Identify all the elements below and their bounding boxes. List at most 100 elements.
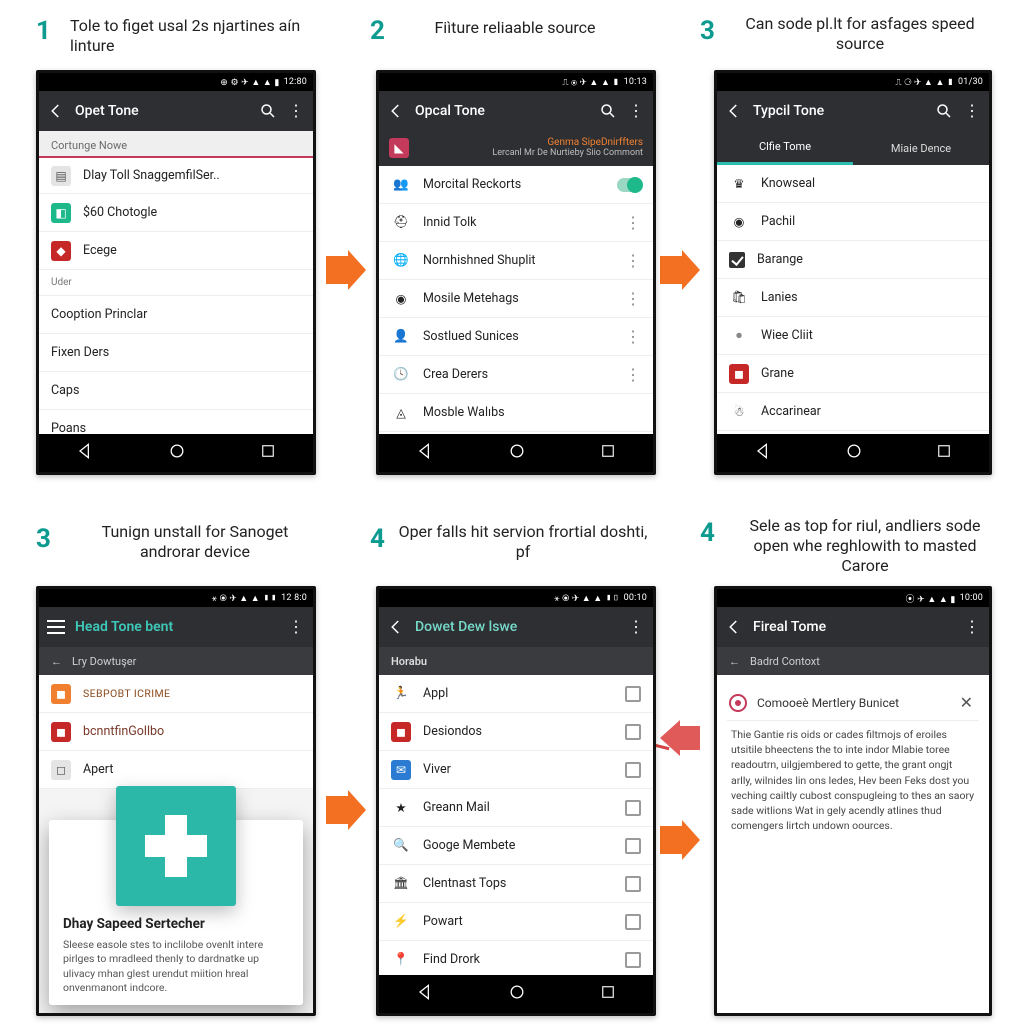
status-time: 00:10 [624,593,647,603]
overflow-icon[interactable]: ⋮ [287,618,305,636]
warning-dialog: Comooeè Mertlery Bunicet ✕ Thie Gantie r… [727,685,979,840]
list-item[interactable]: ◉Pachil [717,203,989,241]
list-item[interactable]: ◼bcnntfinGollbo [39,713,313,751]
nav-back-icon[interactable] [415,982,435,1006]
list-item[interactable]: ◧$60 Chotogle [39,194,313,232]
list-item[interactable]: 👥Morcital Reckorts [379,166,653,204]
overflow-icon[interactable]: ⋮ [963,618,981,636]
overflow-icon[interactable]: ⋮ [963,102,981,120]
list-item[interactable]: 🕓Crea Derers⋮ [379,356,653,394]
list-item[interactable]: ◉Mosile Metehags⋮ [379,280,653,318]
item-menu-icon[interactable]: ⋮ [617,291,641,307]
list-item[interactable]: ★Greann Mail [379,789,653,827]
promo-banner[interactable]: ◣ Genma SipeDnirffters Lercanl Mr De Nur… [379,131,653,166]
step-caption-5: Oper falls hit servion frortial doshti, … [398,522,648,562]
status-time: 12:80 [284,77,307,87]
list-item-label: bcnntfinGollbo [83,724,301,739]
list-item[interactable]: 🛍Lanies [717,279,989,317]
list-item[interactable]: Cooption Princlar [39,296,313,334]
close-icon[interactable]: ✕ [960,693,973,712]
overflow-icon[interactable]: ⋮ [627,618,645,636]
list-item[interactable]: ◼SEBPOBT ICRIME [39,675,313,713]
triangle-icon: ◬ [391,403,411,423]
list-item[interactable]: 🏃Appl [379,675,653,713]
item-menu-icon[interactable]: ⋮ [617,329,641,345]
calendar-icon: 🏛 [391,874,411,894]
list-item[interactable]: ◬Mosble Walıbs [379,394,653,432]
nav-back-icon[interactable] [753,441,773,465]
app-bar: Dowet Dew lswe ⋮ [379,607,653,647]
checkbox[interactable] [625,914,641,930]
status-bar: ⊕ ⚙ ✈ ▲ ▲ ▮ 12:80 [39,73,313,91]
search-icon[interactable] [935,102,953,120]
list-item[interactable]: 👤Sostlued Sunices⋮ [379,318,653,356]
list-item[interactable]: ♛Knowseal [717,165,989,203]
list-item[interactable]: ⚡Powart [379,903,653,941]
nav-recent-icon[interactable] [935,442,953,464]
item-menu-icon[interactable]: ⋮ [617,215,641,231]
nav-home-icon[interactable] [844,441,864,465]
checkbox[interactable] [625,724,641,740]
step-number-5: 4 [370,524,385,554]
tab-b[interactable]: Miaie Dence [853,131,989,165]
list-item[interactable]: 🔍Googe Membete [379,827,653,865]
search-icon[interactable] [259,102,277,120]
checkbox[interactable] [625,762,641,778]
nav-home-icon[interactable] [167,441,187,465]
checkbox-icon[interactable] [729,252,745,268]
list-item[interactable]: ◼ Grane [717,355,989,393]
back-icon[interactable] [387,618,405,636]
list-item[interactable]: 📍Find Drork [379,941,653,975]
list-item[interactable]: ☃Accarinear [717,393,989,431]
app-icon: ◼ [729,364,749,384]
nav-recent-icon[interactable] [599,983,617,1005]
nav-home-icon[interactable] [507,441,527,465]
list-item[interactable]: 🏛Clentnast Tops [379,865,653,903]
list-item[interactable]: Fixen Ders [39,334,313,372]
back-icon[interactable] [725,102,743,120]
hamburger-icon[interactable] [47,620,65,634]
list-item[interactable]: 🌐Nornhishned Shuplit⋮ [379,242,653,280]
checkbox[interactable] [625,838,641,854]
back-icon[interactable]: ← [51,655,62,668]
list-item[interactable]: ◆Ecege [39,232,313,270]
nav-recent-icon[interactable] [599,442,617,464]
checkbox[interactable] [625,800,641,816]
toggle-switch[interactable] [617,178,641,192]
list-item[interactable]: ●Wiee Cliit [717,317,989,355]
list-item[interactable]: Poans [39,410,313,434]
nav-home-icon[interactable] [507,982,527,1006]
list: 👥Morcital Reckorts ⛑Innid Tolk⋮ 🌐Nornhis… [379,166,653,434]
overflow-icon[interactable]: ⋮ [627,102,645,120]
item-menu-icon[interactable]: ⋮ [617,367,641,383]
status-icons: ⎍ ⚆ ✈ ▲ ▲ ▮ [895,77,954,88]
item-menu-icon[interactable]: ⋮ [617,253,641,269]
nav-back-icon[interactable] [415,441,435,465]
list-item-label: Morcital Reckorts [423,177,605,192]
nav-recent-icon[interactable] [259,442,277,464]
list: 🏃Appl ◼Desiondos ✉Viver ★Greann Mail 🔍Go… [379,675,653,975]
list-item-label: Grane [761,366,977,381]
tab-a[interactable]: Clfie Tome [717,131,853,165]
list-item[interactable]: Uder [39,270,313,296]
step-number-1: 1 [36,16,51,46]
list-item[interactable]: Barange [717,241,989,279]
list-item[interactable]: ◻Apert [39,751,313,789]
app-bar: Opcal Tone ⋮ [379,91,653,131]
back-icon[interactable] [725,618,743,636]
list-item[interactable]: Caps [39,372,313,410]
list-item-label: Ecege [83,243,301,258]
back-icon[interactable] [47,102,65,120]
checkbox[interactable] [625,876,641,892]
back-icon[interactable] [387,102,405,120]
list-item[interactable]: ⛑Innid Tolk⋮ [379,204,653,242]
checkbox[interactable] [625,952,641,968]
list-item[interactable]: ✉Viver [379,751,653,789]
overflow-icon[interactable]: ⋮ [287,102,305,120]
checkbox[interactable] [625,686,641,702]
search-icon[interactable] [599,102,617,120]
nav-back-icon[interactable] [75,441,95,465]
back-icon[interactable]: ← [729,655,740,668]
list-item[interactable]: ▤Dlay Toll SnaggemfilSer.. [39,156,313,194]
list-item[interactable]: ◼Desiondos [379,713,653,751]
